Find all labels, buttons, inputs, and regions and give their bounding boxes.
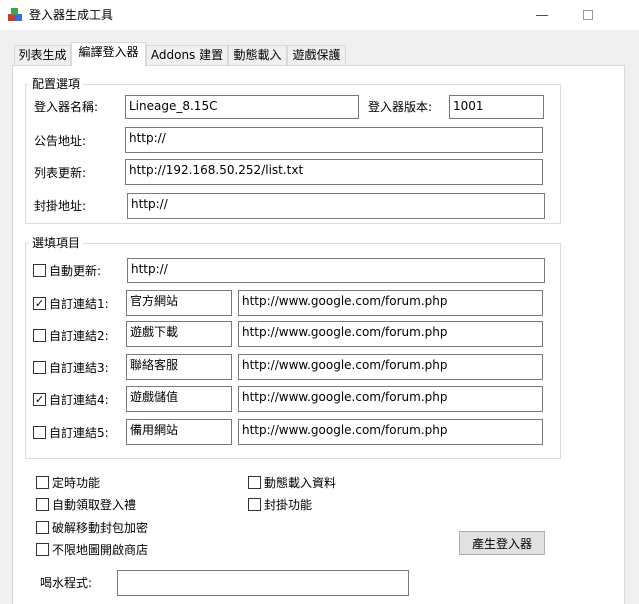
checkmark-icon: ✓ bbox=[34, 393, 45, 406]
minimize-icon: — bbox=[535, 7, 549, 23]
maximize-icon bbox=[583, 10, 593, 20]
link2-label: 自訂連結2: bbox=[49, 329, 109, 343]
version-field[interactable]: 1001 bbox=[449, 95, 544, 119]
minimize-button[interactable]: — bbox=[519, 0, 565, 30]
crack-encrypt-checkbox[interactable] bbox=[36, 521, 49, 534]
checkmark-icon: ✓ bbox=[34, 297, 45, 310]
timer-label: 定時功能 bbox=[52, 476, 101, 490]
notice-url-label: 公告地址: bbox=[34, 134, 87, 148]
launcher-name-field[interactable]: Lineage_8.15C bbox=[125, 95, 359, 119]
link1-checkbox[interactable]: ✓ bbox=[33, 297, 46, 310]
link2-url-field[interactable]: http://www.google.com/forum.php bbox=[238, 321, 543, 347]
tab-addons-build[interactable]: Addons 建置 bbox=[146, 45, 228, 65]
version-label: 登入器版本: bbox=[368, 100, 433, 114]
link5-label: 自訂連結5: bbox=[49, 426, 109, 440]
auto-update-field[interactable]: http:// bbox=[127, 258, 545, 283]
link4-label: 自訂連結4: bbox=[49, 393, 109, 407]
link5-name-field[interactable]: 備用網站 bbox=[126, 419, 232, 445]
drink-program-label: 喝水程式: bbox=[40, 576, 93, 590]
link3-url-field[interactable]: http://www.google.com/forum.php bbox=[238, 354, 543, 380]
crack-encrypt-label: 破解移動封包加密 bbox=[52, 521, 149, 535]
link1-label: 自訂連結1: bbox=[49, 297, 109, 311]
link2-checkbox[interactable] bbox=[33, 329, 46, 342]
options-legend: 選填項目 bbox=[29, 236, 84, 250]
link4-checkbox[interactable]: ✓ bbox=[33, 393, 46, 406]
auto-update-label: 自動更新: bbox=[49, 264, 102, 278]
drink-program-field[interactable] bbox=[117, 570, 409, 596]
ban-url-label: 封掛地址: bbox=[34, 199, 87, 213]
tab-list-generate[interactable]: 列表生成 bbox=[14, 45, 71, 65]
link3-label: 自訂連結3: bbox=[49, 361, 109, 375]
link3-checkbox[interactable] bbox=[33, 361, 46, 374]
ban-function-checkbox[interactable] bbox=[248, 498, 261, 511]
link5-checkbox[interactable] bbox=[33, 426, 46, 439]
link1-url-field[interactable]: http://www.google.com/forum.php bbox=[238, 290, 543, 316]
tab-dynamic-load[interactable]: 動態載入 bbox=[228, 45, 287, 65]
auto-claim-label: 自動領取登入禮 bbox=[52, 498, 137, 512]
link3-name-field[interactable]: 聯絡客服 bbox=[126, 354, 232, 380]
generate-launcher-button[interactable]: 產生登入器 bbox=[459, 531, 545, 555]
tab-game-protect[interactable]: 遊戲保護 bbox=[287, 45, 346, 65]
auto-claim-checkbox[interactable] bbox=[36, 498, 49, 511]
timer-checkbox[interactable] bbox=[36, 476, 49, 489]
list-update-field[interactable]: http://192.168.50.252/list.txt bbox=[125, 159, 543, 185]
maximize-button[interactable] bbox=[565, 0, 611, 30]
shop-anywhere-checkbox[interactable] bbox=[36, 543, 49, 556]
config-legend: 配置選項 bbox=[29, 77, 84, 91]
tab-compile-launcher[interactable]: 編譯登入器 bbox=[71, 42, 146, 66]
list-update-label: 列表更新: bbox=[34, 166, 87, 180]
auto-update-checkbox[interactable] bbox=[33, 264, 46, 277]
link4-url-field[interactable]: http://www.google.com/forum.php bbox=[238, 386, 543, 412]
window-title: 登入器生成工具 bbox=[29, 8, 114, 22]
shop-anywhere-label: 不限地圖開啟商店 bbox=[52, 543, 149, 557]
launcher-name-label: 登入器名稱: bbox=[34, 100, 99, 114]
link2-name-field[interactable]: 遊戲下載 bbox=[126, 321, 232, 347]
link4-name-field[interactable]: 遊戲儲值 bbox=[126, 386, 232, 412]
notice-url-field[interactable]: http:// bbox=[125, 127, 543, 153]
dynamic-load-data-label: 動態載入資料 bbox=[264, 476, 337, 490]
link1-name-field[interactable]: 官方網站 bbox=[126, 290, 232, 316]
ban-url-field[interactable]: http:// bbox=[127, 193, 545, 219]
dynamic-load-data-checkbox[interactable] bbox=[248, 476, 261, 489]
link5-url-field[interactable]: http://www.google.com/forum.php bbox=[238, 419, 543, 445]
ban-function-label: 封掛功能 bbox=[264, 498, 313, 512]
rgb-cubes-icon bbox=[7, 7, 23, 23]
